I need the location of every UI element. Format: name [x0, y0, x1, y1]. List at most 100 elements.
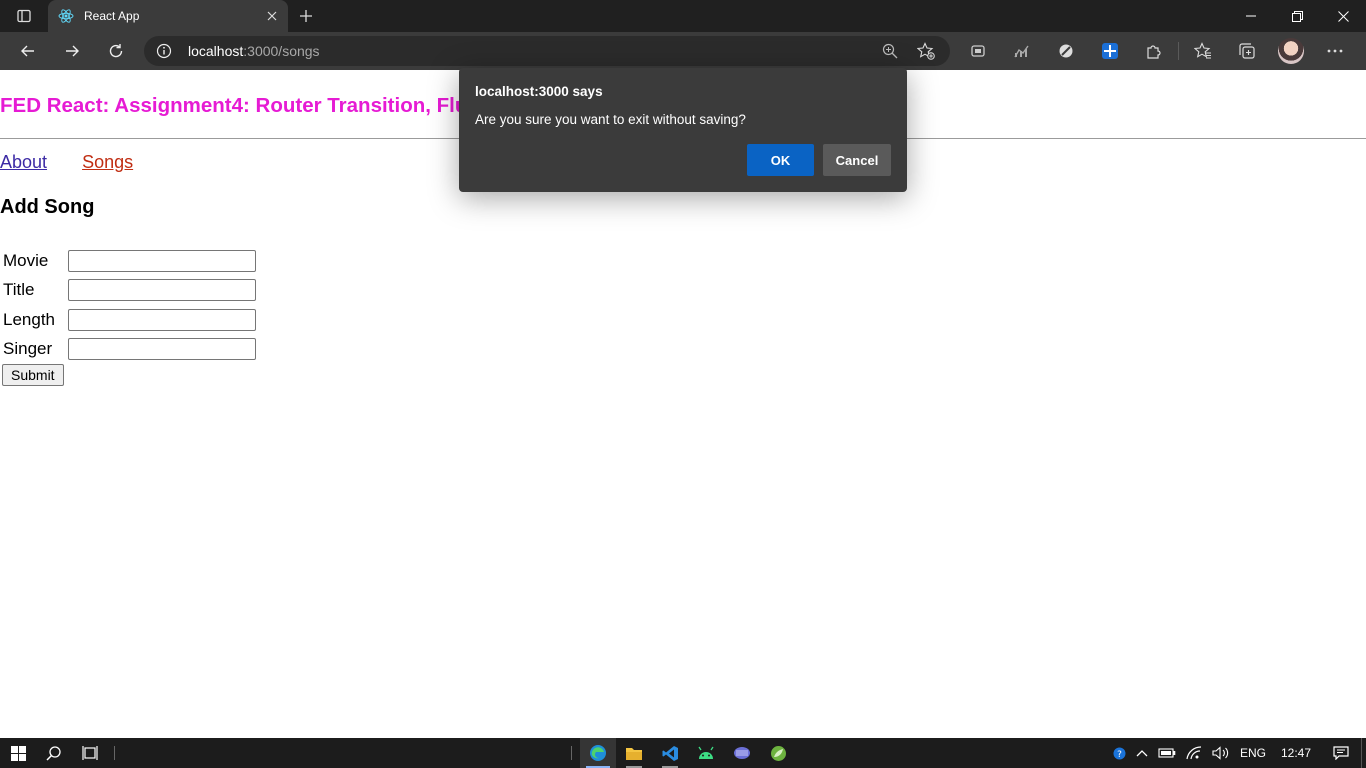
chevron-up-icon: [1136, 750, 1148, 757]
search-button[interactable]: [36, 738, 72, 768]
profile-avatar: [1278, 38, 1304, 64]
task-view-button[interactable]: [72, 738, 108, 768]
nav-link-songs[interactable]: Songs: [82, 152, 133, 172]
taskbar-divider: [571, 746, 572, 760]
forward-button[interactable]: [50, 32, 94, 70]
movie-input[interactable]: [68, 249, 256, 272]
taskbar-app-vscode[interactable]: [652, 738, 688, 768]
tray-help-button[interactable]: ?: [1108, 738, 1131, 768]
taskbar-app-explorer[interactable]: [616, 738, 652, 768]
favorites-button[interactable]: [1181, 32, 1225, 70]
close-icon: [1337, 10, 1349, 22]
taskbar: ? ENG 12:47: [0, 738, 1366, 768]
extension-button[interactable]: [1044, 32, 1088, 70]
settings-more-button[interactable]: [1313, 32, 1357, 70]
nav-links: About Songs: [0, 152, 163, 173]
search-icon: [46, 746, 61, 761]
zoom-button[interactable]: [872, 36, 908, 66]
confirm-dialog: localhost:3000 says Are you sure you wan…: [459, 68, 907, 192]
sidebar-toggle-icon: [17, 9, 31, 23]
add-favorite-button[interactable]: [908, 36, 944, 66]
back-icon: [21, 45, 34, 57]
length-input[interactable]: [68, 308, 256, 331]
tab-close-button[interactable]: [258, 2, 286, 30]
singer-label: Singer: [3, 339, 53, 359]
add-song-form: Movie Title Length Singer: [3, 246, 256, 364]
system-tray: ? ENG 12:47: [1108, 738, 1366, 768]
vscode-icon: [662, 745, 678, 761]
minimize-button[interactable]: [1228, 0, 1274, 32]
site-info-button[interactable]: [144, 36, 184, 66]
terminal-icon: [734, 747, 750, 759]
ok-button[interactable]: OK: [747, 144, 814, 176]
taskbar-app-android-studio[interactable]: [688, 738, 724, 768]
url-path: :3000/songs: [243, 43, 320, 59]
tab-actions-button[interactable]: [0, 0, 48, 32]
close-window-button[interactable]: [1320, 0, 1366, 32]
folder-icon: [626, 748, 642, 760]
show-desktop-button[interactable]: [1361, 738, 1366, 768]
react-icon: [58, 8, 74, 24]
language-indicator[interactable]: ENG: [1235, 738, 1271, 768]
refresh-button[interactable]: [94, 32, 138, 70]
profile-button[interactable]: [1269, 32, 1313, 70]
extensions-button[interactable]: [1132, 32, 1176, 70]
battery-button[interactable]: [1153, 738, 1181, 768]
leaf-icon: [770, 745, 786, 761]
dialog-title: localhost:3000 says: [475, 84, 603, 99]
cancel-button[interactable]: Cancel: [823, 144, 891, 176]
nav-link-about[interactable]: About: [0, 152, 47, 172]
dialog-message: Are you sure you want to exit without sa…: [475, 112, 746, 127]
task-view-icon: [82, 746, 98, 760]
blocker-extension-icon: [1059, 44, 1073, 58]
extension-button[interactable]: [956, 32, 1000, 70]
blue-extension-icon: [1102, 43, 1118, 59]
show-hidden-icons-button[interactable]: [1131, 738, 1153, 768]
network-button[interactable]: [1181, 738, 1207, 768]
browser-toolbar: localhost:3000/songs: [0, 32, 1366, 70]
title-input[interactable]: [68, 279, 256, 302]
new-tab-button[interactable]: [288, 0, 324, 32]
collections-button[interactable]: [1225, 32, 1269, 70]
taskbar-app-spring[interactable]: [760, 738, 796, 768]
form-row-movie: Movie: [3, 246, 256, 276]
singer-input[interactable]: [68, 338, 256, 361]
page-title: FED React: Assignment4: Router Transitio…: [0, 94, 479, 117]
refresh-icon: [109, 44, 123, 58]
taskbar-app-terminal[interactable]: [724, 738, 760, 768]
address-bar[interactable]: localhost:3000/songs: [144, 36, 950, 66]
speaker-icon: [1212, 746, 1229, 760]
window-controls: [1228, 0, 1366, 32]
android-icon: [698, 746, 714, 759]
add-favorite-icon: [917, 42, 935, 60]
collections-icon: [1239, 43, 1255, 59]
forward-icon: [66, 45, 79, 57]
browser-tab[interactable]: React App: [48, 0, 288, 32]
back-button[interactable]: [6, 32, 50, 70]
url-host: localhost: [188, 43, 244, 59]
notification-icon: [1333, 746, 1349, 760]
start-button[interactable]: [0, 738, 36, 768]
volume-button[interactable]: [1207, 738, 1235, 768]
submit-button[interactable]: Submit: [2, 364, 64, 386]
plus-icon: [300, 10, 312, 22]
toolbar-divider: [1178, 42, 1179, 60]
taskbar-app-edge[interactable]: [580, 738, 616, 768]
browser-tab-bar: React App: [0, 0, 1366, 32]
section-title: Add Song: [0, 196, 95, 218]
notifications-button[interactable]: [1321, 738, 1361, 768]
minimize-icon: [1246, 15, 1256, 17]
restore-icon: [1291, 10, 1303, 22]
extension-button[interactable]: [1088, 32, 1132, 70]
form-row-length: Length: [3, 305, 256, 335]
stats-extension-icon: [1014, 45, 1029, 58]
length-label: Length: [3, 309, 55, 329]
extension-button[interactable]: [1000, 32, 1044, 70]
form-row-singer: Singer: [3, 335, 256, 365]
restore-button[interactable]: [1274, 0, 1320, 32]
svg-text:?: ?: [1117, 750, 1122, 760]
clock[interactable]: 12:47: [1271, 738, 1321, 768]
tracking-extension-icon: [971, 45, 985, 57]
title-label: Title: [3, 280, 35, 300]
address-actions: [872, 36, 944, 66]
